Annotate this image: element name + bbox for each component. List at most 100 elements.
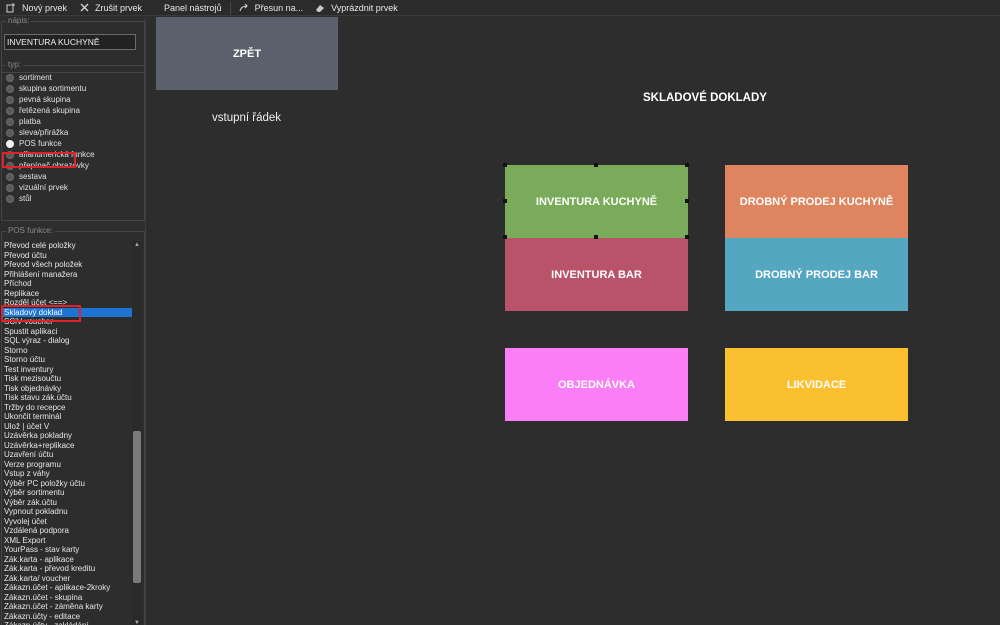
radio-button[interactable] (6, 139, 14, 148)
type-radio-item[interactable]: sestava (6, 171, 95, 182)
back-button[interactable]: ZPĚT (156, 17, 338, 90)
pos-function-item[interactable]: Tisk objednávky (2, 384, 132, 394)
selection-handle[interactable] (685, 199, 689, 203)
pos-function-item[interactable]: Zákazn.účty - zakládání (2, 621, 132, 625)
move-to-label: Přesun na... (254, 2, 304, 13)
pos-function-item[interactable]: Přihlášení manažera (2, 270, 132, 280)
pos-function-item[interactable]: Storno účtu (2, 355, 132, 365)
type-radio-label: sestava (19, 172, 47, 181)
type-radio-label: POS funkce (19, 139, 62, 148)
tile-inventura-bar[interactable]: INVENTURA BAR (505, 238, 688, 311)
type-radio-item[interactable]: skupina sortimentu (6, 83, 95, 94)
type-radio-item[interactable]: řetězená skupina (6, 105, 95, 116)
type-radio-item[interactable]: vizuální prvek (6, 182, 95, 193)
type-radio-item[interactable]: alfanumerická funkce (6, 149, 95, 160)
pos-function-item[interactable]: Skladový doklad (2, 307, 132, 317)
tile-drobny-prodej-kuchyne[interactable]: DROBNÝ PRODEJ KUCHYNĚ (725, 165, 908, 238)
pos-function-item[interactable]: Zákazn.účet - záměna karty (2, 602, 132, 612)
pos-function-item[interactable]: Verze programu (2, 460, 132, 470)
pos-function-list[interactable]: Převod celé položky Převod účtu Převod vše… (2, 241, 132, 625)
pos-function-item[interactable]: Zák.karta - aplikace (2, 555, 132, 565)
pos-function-item[interactable]: Rozděl účet <==> (2, 298, 132, 308)
pos-function-item[interactable]: Test inventury (2, 365, 132, 375)
radio-button[interactable] (6, 106, 14, 115)
type-radio-label: vizuální prvek (19, 183, 68, 192)
pos-function-item[interactable]: Ukončit terminál (2, 412, 132, 422)
pos-function-item[interactable]: Vstup z váhy (2, 469, 132, 479)
pos-function-item[interactable]: Převod všech položek (2, 260, 132, 270)
pos-function-item[interactable]: Zákazn.účty - editace (2, 612, 132, 622)
selection-handle[interactable] (594, 235, 598, 239)
type-radio-label: skupina sortimentu (19, 84, 87, 93)
selection-handle[interactable] (503, 199, 507, 203)
pos-function-item[interactable]: Výběr PC položky účtu (2, 479, 132, 489)
radio-button[interactable] (6, 84, 14, 93)
pos-function-item[interactable]: Uzávěrka+replikace (2, 441, 132, 451)
scroll-up-icon[interactable]: ▲ (132, 241, 142, 249)
pos-function-item[interactable]: Uzavření účtu (2, 450, 132, 460)
tool-panel-button[interactable]: Panel nástrojů (148, 0, 228, 16)
pos-function-item[interactable]: Vyvolej účet (2, 517, 132, 527)
type-radio-label: stůl (19, 194, 32, 203)
radio-button[interactable] (6, 183, 14, 192)
radio-button[interactable] (6, 117, 14, 126)
pos-function-item[interactable]: Ulož | účet V (2, 422, 132, 432)
pos-function-item[interactable]: Tržby do recepce (2, 403, 132, 413)
pos-function-item[interactable]: Vypnout pokladnu (2, 507, 132, 517)
pos-function-item[interactable]: YourPass - stav karty (2, 545, 132, 555)
type-radio-item[interactable]: POS funkce (6, 138, 95, 149)
radio-button[interactable] (6, 95, 14, 104)
pos-function-item[interactable]: Zákazn.účet - skupina (2, 593, 132, 603)
pos-function-item[interactable]: Příchod (2, 279, 132, 289)
pos-function-item[interactable]: Spustit aplikaci (2, 327, 132, 337)
type-radio-item[interactable]: přepínač obrazovky (6, 160, 95, 171)
pos-function-item[interactable]: Zák.karta - převod kreditu (2, 564, 132, 574)
screen-designer-canvas: ZPĚT vstupní řádek SKLADOVÉ DOKLADY INVE… (155, 17, 1000, 625)
pos-function-item[interactable]: Výběr sortimentu (2, 488, 132, 498)
pos-function-group: POS funkce: Převod celé položky Převod úč… (1, 226, 145, 625)
pos-function-item[interactable]: Zákazn.účet - aplikace-2kroky (2, 583, 132, 593)
type-radio-item[interactable]: stůl (6, 193, 95, 204)
tile-objednavka[interactable]: OBJEDNÁVKA (505, 348, 688, 421)
tile-drobny-prodej-bar[interactable]: DROBNÝ PRODEJ BAR (725, 238, 908, 311)
type-radio-item[interactable]: sleva/přirážka (6, 127, 95, 138)
pos-function-item[interactable]: SCiV voucher (2, 317, 132, 327)
pos-function-item[interactable]: Zák.karta/ voucher (2, 574, 132, 584)
type-radio-item[interactable]: pevná skupina (6, 94, 95, 105)
radio-button[interactable] (6, 194, 14, 203)
function-scrollbar[interactable]: ▲ ▼ (132, 241, 142, 625)
empty-item-button[interactable]: Vyprázdnit prvek (309, 0, 404, 16)
pos-function-item[interactable]: Uzávěrka pokladny (2, 431, 132, 441)
move-to-button[interactable]: Přesun na... (233, 0, 310, 16)
pos-function-item[interactable]: Tisk mezisoučtu (2, 374, 132, 384)
pos-function-item[interactable]: XML Export (2, 536, 132, 546)
type-radio-item[interactable]: sortiment (6, 72, 95, 83)
radio-button[interactable] (6, 73, 14, 82)
pos-function-item[interactable]: SQL výraz - dialog (2, 336, 132, 346)
new-item-button[interactable]: Nový prvek (0, 0, 73, 16)
tile-inventura-kuchyne[interactable]: INVENTURA KUCHYNĚ (505, 165, 688, 238)
pos-function-item[interactable]: Storno (2, 346, 132, 356)
pos-function-item[interactable]: Výběr zák.účtu (2, 498, 132, 508)
selection-handle[interactable] (594, 163, 598, 167)
scroll-down-icon[interactable]: ▼ (132, 619, 142, 625)
tile-likvidace[interactable]: LIKVIDACE (725, 348, 908, 421)
radio-button[interactable] (6, 128, 14, 137)
pos-function-title: POS funkce: (6, 226, 55, 235)
type-radio-item[interactable]: platba (6, 116, 95, 127)
selection-handle[interactable] (503, 235, 507, 239)
radio-button[interactable] (6, 150, 14, 159)
cancel-item-button[interactable]: Zrušit prvek (73, 0, 148, 16)
selection-handle[interactable] (685, 163, 689, 167)
scroll-thumb[interactable] (133, 431, 141, 583)
radio-button[interactable] (6, 161, 14, 170)
selection-handle[interactable] (503, 163, 507, 167)
pos-function-item[interactable]: Převod celé položky (2, 241, 132, 251)
pos-function-item[interactable]: Vzdálená podpora (2, 526, 132, 536)
radio-button[interactable] (6, 172, 14, 181)
selection-handle[interactable] (685, 235, 689, 239)
napis-input[interactable] (4, 34, 136, 50)
pos-function-item[interactable]: Převod účtu (2, 251, 132, 261)
pos-function-item[interactable]: Tisk stavu zák.účtu (2, 393, 132, 403)
pos-function-item[interactable]: Replikace (2, 289, 132, 299)
